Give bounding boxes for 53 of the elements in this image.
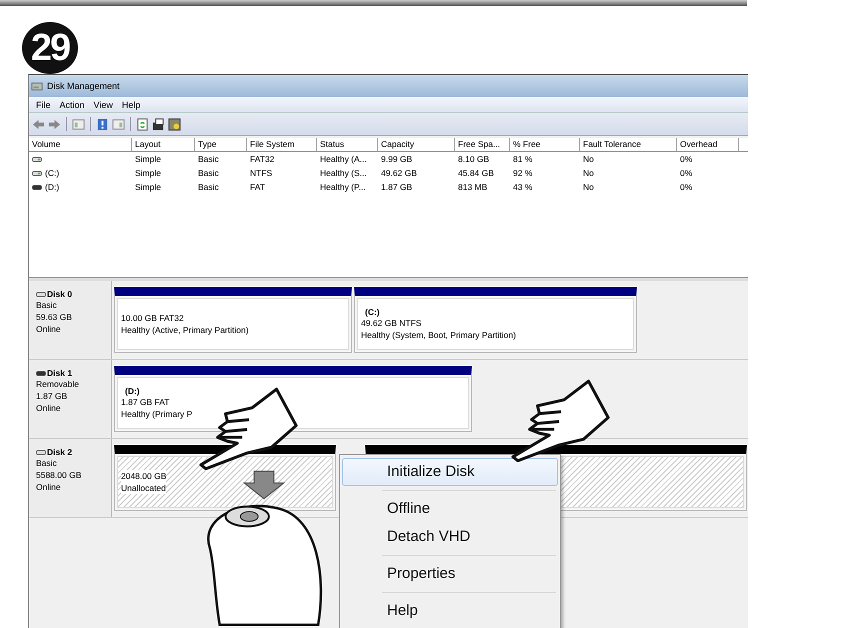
table-cell: No (583, 154, 594, 164)
drive-letter: (D:) (124, 386, 141, 396)
table-cell: 0% (680, 168, 692, 178)
table-cell: 1.87 GB (381, 182, 412, 192)
partition-text: 2048.00 GB (121, 470, 166, 482)
table-cell: Basic (198, 168, 219, 178)
disk-info: Online (36, 323, 62, 335)
table-cell: Healthy (P... (320, 182, 366, 192)
partition-text: Unallocated (121, 482, 166, 494)
table-cell: 43 % (513, 182, 532, 192)
table-cell: 0% (680, 182, 692, 192)
partition-text: Healthy (System, Boot, Primary Partition) (361, 329, 516, 341)
disk-info: Basic (36, 299, 58, 311)
table-cell: Basic (198, 154, 219, 164)
table-cell: Healthy (A... (320, 154, 367, 164)
table-cell: FAT (250, 182, 265, 192)
disk-info: Online (36, 481, 62, 493)
window-title: Disk Management (47, 81, 120, 91)
table-cell: Simple (135, 182, 161, 192)
table-cell: 813 MB (458, 182, 488, 192)
step-number-badge: 29 (22, 22, 78, 74)
table-cell: Healthy (S... (320, 168, 367, 178)
table-cell: No (583, 182, 594, 192)
disk-info: 1.87 GB (36, 390, 68, 402)
partition-text: 49.62 GB NTFS (361, 317, 422, 329)
table-cell: 45.84 GB (458, 168, 494, 178)
table-cell: Simple (135, 154, 161, 164)
table-cell: 92 % (513, 168, 532, 178)
disk-name: Disk 2 (47, 447, 72, 457)
table-cell: 81 % (513, 154, 532, 164)
partition-text: 1.87 GB FAT (121, 396, 170, 408)
table-cell: FAT32 (250, 154, 274, 164)
partition-text: 10.00 GB FAT32 (121, 312, 184, 324)
disk-info: 5588.00 GB (36, 469, 82, 481)
disk-info: Removable (36, 378, 80, 390)
disk-info: Basic (36, 457, 58, 469)
table-cell: NTFS (250, 168, 272, 178)
disk-info: Online (36, 402, 62, 414)
table-cell: 8.10 GB (458, 154, 490, 164)
table-cell: Basic (198, 182, 219, 192)
disk-name: Disk 0 (47, 289, 72, 299)
table-cell: (D:) (45, 182, 60, 192)
partition-text: Healthy (Active, Primary Partition) (121, 324, 249, 336)
drive-letter: (C:) (364, 307, 381, 317)
disk-info: 59.63 GB (36, 311, 73, 323)
table-cell: (C:) (45, 168, 60, 178)
table-cell: 0% (680, 154, 692, 164)
table-cell: No (583, 168, 594, 178)
partition-text: Healthy (Primary P (121, 408, 192, 420)
table-cell: 49.62 GB (381, 168, 417, 178)
disk-name: Disk 1 (47, 368, 72, 378)
table-cell: Simple (135, 168, 161, 178)
table-cell: 9.99 GB (381, 154, 412, 164)
